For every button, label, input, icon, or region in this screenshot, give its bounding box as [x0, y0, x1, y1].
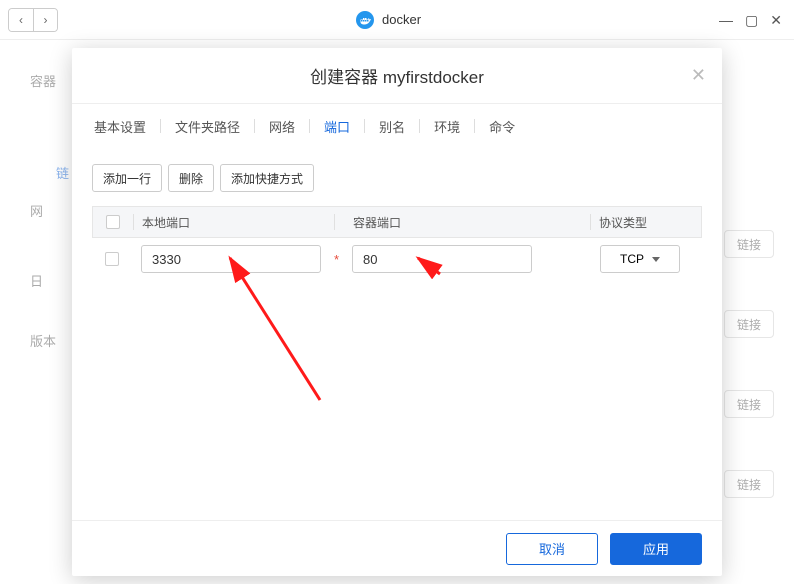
- close-window-button[interactable]: ✕: [770, 13, 782, 27]
- local-port-input[interactable]: [141, 245, 321, 273]
- title-center: docker: [58, 11, 719, 29]
- modal-footer: 取消 应用: [72, 520, 722, 576]
- tab-alias[interactable]: 别名: [365, 117, 419, 136]
- forward-button[interactable]: ›: [33, 9, 57, 31]
- select-all-checkbox[interactable]: [106, 215, 120, 229]
- modal-body: 添加一行 删除 添加快捷方式 本地端口 容器端口 协议类型 *: [72, 148, 722, 520]
- header-local-port: 本地端口: [134, 214, 334, 231]
- create-container-modal: 创建容器 myfirstdocker ✕ 基本设置 文件夹路径 网络 端口 别名…: [72, 48, 722, 576]
- required-star-icon: *: [334, 252, 339, 267]
- back-button[interactable]: ‹: [9, 9, 33, 31]
- header-container-port: 容器端口: [351, 214, 551, 231]
- tab-basic[interactable]: 基本设置: [80, 117, 160, 136]
- modal-title: 创建容器 myfirstdocker: [310, 63, 484, 88]
- container-port-input[interactable]: [352, 245, 532, 273]
- tab-folder[interactable]: 文件夹路径: [161, 117, 254, 136]
- chevron-down-icon: [652, 257, 660, 262]
- protocol-select[interactable]: TCP: [600, 245, 680, 273]
- port-row: * TCP: [92, 238, 702, 280]
- modal-header: 创建容器 myfirstdocker ✕: [72, 48, 722, 104]
- tab-port[interactable]: 端口: [310, 117, 364, 136]
- apply-button[interactable]: 应用: [610, 533, 702, 565]
- window-titlebar: ‹ › docker — ▢ ✕: [0, 0, 794, 40]
- window-title: docker: [382, 12, 421, 27]
- grid-header: 本地端口 容器端口 协议类型: [92, 206, 702, 238]
- row-checkbox[interactable]: [105, 252, 119, 266]
- header-protocol: 协议类型: [591, 214, 701, 231]
- docker-icon: [356, 11, 374, 29]
- minimize-button[interactable]: —: [719, 13, 733, 27]
- add-row-button[interactable]: 添加一行: [92, 164, 162, 192]
- modal-tabs: 基本设置 文件夹路径 网络 端口 别名 环境 命令: [72, 104, 722, 148]
- cancel-button[interactable]: 取消: [506, 533, 598, 565]
- toolbar-row: 添加一行 删除 添加快捷方式: [92, 164, 702, 192]
- add-shortcut-button[interactable]: 添加快捷方式: [220, 164, 314, 192]
- protocol-value: TCP: [620, 252, 644, 266]
- window-controls: — ▢ ✕: [719, 13, 782, 27]
- delete-button[interactable]: 删除: [168, 164, 214, 192]
- nav-buttons: ‹ ›: [8, 8, 58, 32]
- maximize-button[interactable]: ▢: [745, 13, 758, 27]
- tab-network[interactable]: 网络: [255, 117, 309, 136]
- tab-cmd[interactable]: 命令: [475, 117, 529, 136]
- close-icon[interactable]: ✕: [691, 65, 706, 86]
- tab-env[interactable]: 环境: [420, 117, 474, 136]
